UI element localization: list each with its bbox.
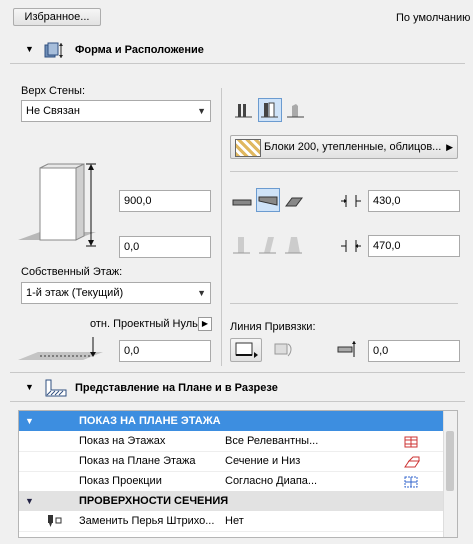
row-label: Показ на Этажах bbox=[79, 435, 166, 447]
favorites-button[interactable]: Избранное... bbox=[13, 8, 101, 26]
composite-select-button[interactable]: Блоки 200, утепленные, облицов... ▶ bbox=[230, 135, 458, 159]
wall-trapezoid-icon[interactable] bbox=[256, 188, 280, 212]
chevron-down-icon: ▼ bbox=[197, 288, 206, 298]
divider bbox=[230, 171, 458, 172]
structure-basic-icon[interactable] bbox=[232, 98, 256, 122]
home-story-value: 1-й этаж (Текущий) bbox=[26, 287, 124, 299]
refline-offset-icon bbox=[336, 340, 358, 361]
wall-polygonal-icon[interactable] bbox=[282, 190, 306, 214]
column-divider bbox=[221, 88, 222, 366]
slant-straight-icon[interactable] bbox=[230, 233, 254, 257]
refline-select-button[interactable] bbox=[230, 338, 262, 362]
wall-top-label: Верх Стены: bbox=[21, 85, 86, 97]
scrollbar-thumb[interactable] bbox=[446, 431, 454, 491]
wall-straight-icon[interactable] bbox=[230, 190, 254, 214]
section-title: Представление на Плане и в Разрезе bbox=[75, 382, 278, 394]
wall-height-field[interactable]: 900,0 bbox=[119, 190, 211, 212]
thickness-field-2[interactable]: 470,0 bbox=[368, 235, 460, 257]
thickness-left-icon bbox=[340, 193, 362, 212]
refline-offset-field[interactable]: 0,0 bbox=[368, 340, 460, 362]
table-row[interactable]: Показ на Плане Этажа Сечение и Низ bbox=[19, 451, 444, 472]
thickness-right-icon bbox=[340, 238, 362, 257]
chevron-down-icon[interactable]: ▼ bbox=[25, 411, 34, 431]
default-label: По умолчанию bbox=[396, 12, 471, 24]
row-value: Сечение и Низ bbox=[225, 455, 301, 467]
table-scrollbar[interactable] bbox=[443, 411, 457, 537]
chevron-right-icon: ▶ bbox=[446, 142, 453, 152]
wall-top-value: Не Связан bbox=[26, 105, 80, 117]
ref-level-field[interactable]: 0,0 bbox=[119, 340, 211, 362]
refline-label: Линия Привязки: bbox=[230, 321, 316, 333]
table-row[interactable]: Заменить Перья Штрихо... Нет bbox=[19, 511, 444, 532]
chevron-down-icon[interactable]: ▼ bbox=[25, 491, 34, 511]
group-label: ПРОВЕРХНОСТИ СЕЧЕНИЯ bbox=[79, 495, 229, 507]
ref-level-illustration-icon bbox=[18, 335, 103, 368]
wall-bottom-offset-field[interactable]: 0,0 bbox=[119, 236, 211, 258]
row-label: Показ Проекции bbox=[79, 475, 162, 487]
structure-composite-icon[interactable] bbox=[258, 98, 282, 122]
row-value: Нет bbox=[225, 515, 244, 527]
section-plan-section[interactable]: ▼ Представление на Плане и в Разрезе bbox=[0, 378, 473, 400]
refline-flip-icon[interactable] bbox=[270, 338, 294, 362]
table-row[interactable]: Показ на Этажах Все Релевантны... bbox=[19, 431, 444, 452]
divider bbox=[10, 63, 465, 64]
row-value: Согласно Диапа... bbox=[225, 475, 318, 487]
collapse-triangle-icon[interactable]: ▼ bbox=[25, 382, 34, 392]
composite-label: Блоки 200, утепленные, облицов... bbox=[264, 141, 442, 153]
ref-level-label: отн. Проектный Нуль bbox=[90, 318, 198, 330]
section-shape-positioning[interactable]: ▼ Форма и Расположение bbox=[0, 40, 473, 62]
settings-table[interactable]: ▼ ПОКАЗ НА ПЛАНЕ ЭТАЖА Показ на Этажах В… bbox=[18, 410, 458, 538]
row-label: Заменить Перья Штрихо... bbox=[79, 515, 215, 527]
ref-level-dropdown-arrow-icon[interactable]: ▶ bbox=[198, 317, 212, 331]
divider bbox=[10, 401, 465, 402]
thickness-field-1[interactable]: 430,0 bbox=[368, 190, 460, 212]
wall-section-icon bbox=[43, 42, 65, 63]
slant-one-icon[interactable] bbox=[256, 233, 280, 257]
row-label: Показ на Плане Этажа bbox=[79, 455, 196, 467]
wall-top-select[interactable]: Не Связан ▼ bbox=[21, 100, 211, 122]
pen-override-icon bbox=[47, 514, 63, 535]
section-title: Форма и Расположение bbox=[75, 44, 204, 56]
plan-section-icon bbox=[43, 378, 69, 401]
divider bbox=[10, 372, 465, 373]
wall-height-illustration-icon bbox=[18, 160, 98, 258]
group-label: ПОКАЗ НА ПЛАНЕ ЭТАЖА bbox=[79, 415, 221, 427]
structure-profile-icon[interactable] bbox=[284, 98, 308, 122]
slant-double-icon[interactable] bbox=[282, 233, 306, 257]
home-story-label: Собственный Этаж: bbox=[21, 266, 123, 278]
refline-icon bbox=[235, 342, 258, 358]
table-group-row[interactable]: ▼ ПОКАЗ НА ПЛАНЕ ЭТАЖА bbox=[19, 411, 444, 431]
composite-pattern-icon bbox=[235, 139, 261, 157]
row-value: Все Релевантны... bbox=[225, 435, 319, 447]
chevron-down-icon: ▼ bbox=[197, 106, 206, 116]
collapse-triangle-icon[interactable]: ▼ bbox=[25, 44, 34, 54]
divider bbox=[230, 303, 458, 304]
home-story-select[interactable]: 1-й этаж (Текущий) ▼ bbox=[21, 282, 211, 304]
table-group-row[interactable]: ▼ ПРОВЕРХНОСТИ СЕЧЕНИЯ bbox=[19, 491, 444, 511]
table-row[interactable]: Показ Проекции Согласно Диапа... bbox=[19, 471, 444, 492]
